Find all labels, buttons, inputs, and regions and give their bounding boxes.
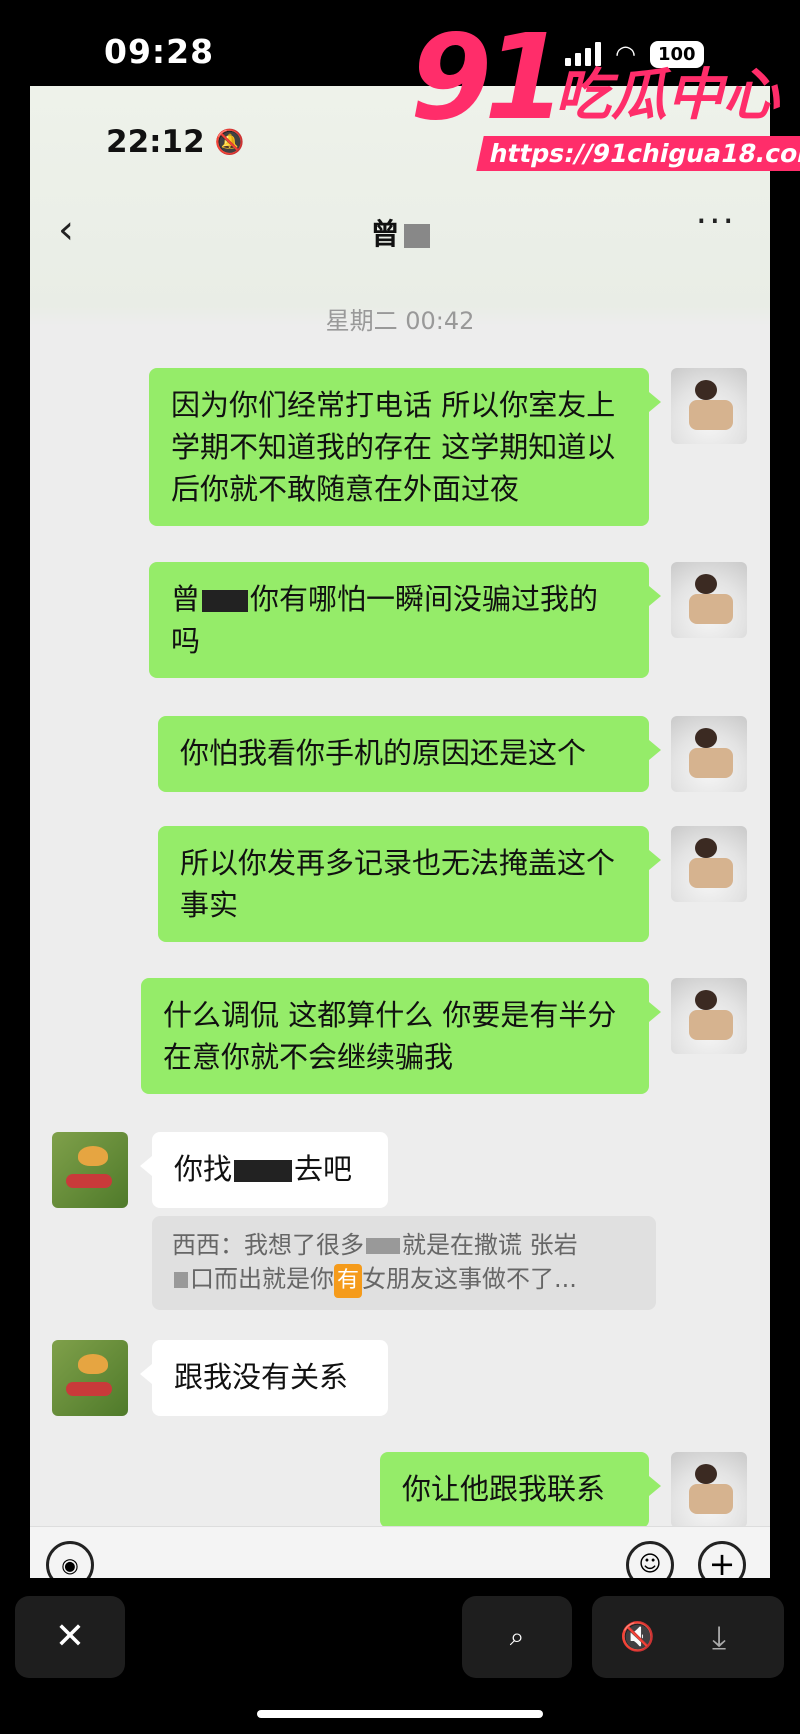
emoji-icon[interactable]: ☺ [626, 1541, 674, 1578]
battery-icon: 100 [649, 40, 704, 68]
status-icons: ◠ 100 [565, 40, 704, 68]
redaction-mask [174, 1272, 188, 1288]
download-icon[interactable]: ⤓ [712, 1596, 726, 1678]
message-text: 去吧 [294, 1152, 353, 1186]
message-bubble[interactable]: 因为你们经常打电话 所以你室友上学期不知道我的存在 这学期知道以后你就不敢随意在… [149, 368, 661, 526]
self-avatar[interactable] [671, 368, 747, 444]
bell-off-icon: 🔕 [214, 128, 245, 156]
mute-icon[interactable]: 🔇 [620, 1596, 655, 1678]
self-avatar[interactable] [671, 1452, 747, 1528]
message-bubble[interactable]: 你让他跟我联系 [380, 1452, 661, 1528]
quote-text: 女朋友这事做不了... [362, 1265, 577, 1293]
message-bubble[interactable]: 你怕我看你手机的原因还是这个 [158, 716, 661, 792]
input-bar: ◉ ☺ + [30, 1526, 770, 1578]
chat-header: ‹ 曾 ··· [30, 201, 770, 261]
self-avatar[interactable] [671, 826, 747, 902]
message-bubble[interactable]: 曾你有哪怕一瞬间没骗过我的吗 [149, 562, 661, 678]
quote-text: 西西：我想了很多 [172, 1231, 364, 1259]
close-button[interactable]: ✕ [15, 1596, 125, 1678]
inner-status-time: 22:12 [106, 124, 205, 160]
message-row: 跟我没有关系 [52, 1340, 388, 1416]
wifi-icon: ◠ [615, 40, 636, 68]
media-toolbar: ✕ ⌕ 🔇 ⤓ [0, 1578, 800, 1734]
chat-screenshot: 22:12 🔕 ‹ 曾 ··· 星期二 00:42 因为你们经常打电话 所以你室… [30, 86, 770, 1578]
self-avatar[interactable] [671, 562, 747, 638]
contact-avatar[interactable] [52, 1340, 128, 1416]
message-row: 曾你有哪怕一瞬间没骗过我的吗 [149, 562, 747, 678]
signal-icon [565, 42, 601, 66]
message-row: 所以你发再多记录也无法掩盖这个事实 [158, 826, 747, 942]
redaction-mask [234, 1160, 293, 1182]
quoted-message[interactable]: 西西：我想了很多 就是在撒谎 张岩 口而出就是你有女朋友这事做不了... [152, 1216, 656, 1310]
redaction-mask [202, 590, 249, 612]
quote-tag: 有 [334, 1264, 363, 1298]
message-row: 你让他跟我联系 [380, 1452, 747, 1528]
message-bubble[interactable]: 跟我没有关系 [140, 1340, 388, 1416]
more-button[interactable]: ··· [696, 201, 736, 242]
message-row: 因为你们经常打电话 所以你室友上学期不知道我的存在 这学期知道以后你就不敢随意在… [149, 368, 747, 526]
contact-avatar[interactable] [52, 1132, 128, 1208]
self-avatar[interactable] [671, 716, 747, 792]
scan-icon[interactable]: ⌕ [462, 1596, 572, 1678]
self-avatar[interactable] [671, 978, 747, 1054]
plus-button[interactable]: + [698, 1541, 746, 1578]
timestamp: 星期二 00:42 [325, 307, 475, 335]
message-text: 你找 [174, 1152, 233, 1186]
chat-title: 曾 [30, 211, 770, 253]
redaction-mask [366, 1238, 400, 1254]
quote-text: 口而出就是你 [190, 1265, 334, 1293]
status-bar: 09:28 ◠ 100 [0, 0, 800, 86]
message-row: 什么调侃 这都算什么 你要是有半分在意你就不会继续骗我 [141, 978, 747, 1094]
inner-status-bar: 22:12 🔕 [106, 124, 245, 160]
audio-controls: 🔇 ⤓ [592, 1596, 784, 1678]
chat-title-text: 曾 [370, 217, 400, 251]
voice-icon[interactable]: ◉ [46, 1541, 94, 1578]
redaction-mask [403, 224, 430, 248]
message-bubble[interactable]: 什么调侃 这都算什么 你要是有半分在意你就不会继续骗我 [141, 978, 661, 1094]
quote-text: 就是在撒谎 张岩 [402, 1231, 578, 1259]
message-bubble[interactable]: 你找 去吧 [140, 1132, 388, 1208]
message-row: 你怕我看你手机的原因还是这个 [158, 716, 747, 792]
message-row: 你找 去吧 [52, 1132, 388, 1208]
status-time: 09:28 [104, 32, 215, 71]
home-indicator[interactable] [257, 1710, 543, 1718]
message-bubble[interactable]: 所以你发再多记录也无法掩盖这个事实 [158, 826, 661, 942]
message-text: 曾 [171, 582, 201, 616]
